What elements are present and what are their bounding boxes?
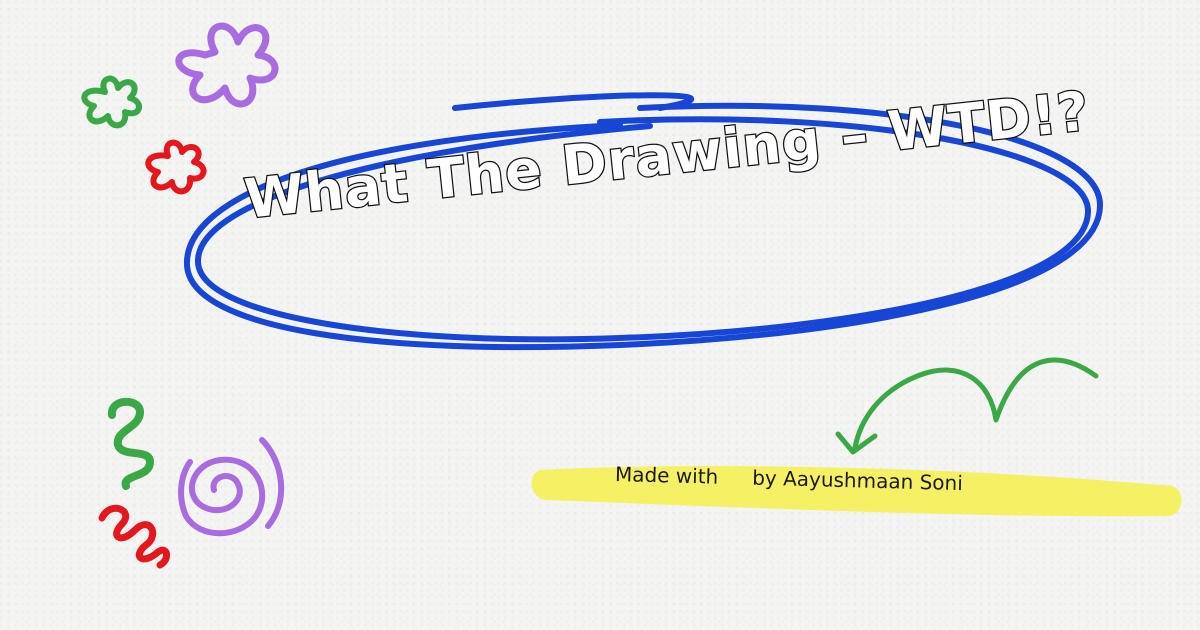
green-arrow-icon — [835, 357, 1099, 455]
red-flower-icon — [145, 139, 207, 195]
green-squiggle-icon — [108, 397, 155, 490]
green-flower-icon — [81, 75, 142, 129]
made-with-text: Made with — [614, 462, 719, 489]
purple-spiral-tail — [259, 437, 285, 529]
purple-spiral-icon — [178, 456, 266, 537]
red-loop-icon — [98, 504, 170, 569]
purple-flower-icon — [175, 22, 279, 108]
